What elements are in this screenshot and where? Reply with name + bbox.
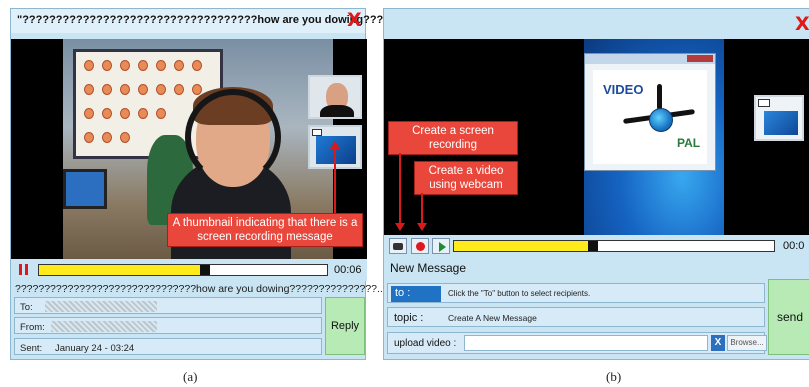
sent-row: Sent: January 24 - 03:24 bbox=[14, 338, 322, 355]
video-player[interactable]: A thumbnail indicating that there is a s… bbox=[11, 39, 367, 259]
message-title: "???????????????????????????????????how … bbox=[17, 14, 438, 26]
title-bar: X bbox=[384, 9, 809, 37]
window-icon bbox=[758, 99, 770, 107]
upload-row: upload video : X Browse... bbox=[387, 332, 767, 354]
screen-recording-callout: Create a screen recording bbox=[388, 121, 518, 155]
pointer-arrow-screen bbox=[399, 153, 401, 223]
to-row: To: bbox=[14, 297, 322, 314]
pointer-arrow bbox=[334, 147, 336, 213]
topic-field[interactable]: Create A New Message bbox=[448, 313, 537, 323]
thumbnail-callout: A thumbnail indicating that there is a s… bbox=[167, 213, 363, 247]
webcam-callout: Create a video using webcam bbox=[414, 161, 518, 195]
progress-knob[interactable] bbox=[588, 241, 598, 251]
redacted-sender bbox=[51, 321, 157, 332]
logo-text-pal: PAL bbox=[677, 136, 701, 150]
sent-value: January 24 - 03:24 bbox=[55, 343, 135, 354]
video-preview[interactable]: VIDEO PAL Create a screen recording Crea… bbox=[384, 39, 809, 235]
globe-icon bbox=[649, 108, 673, 132]
clear-upload-button[interactable]: X bbox=[711, 335, 725, 351]
progress-fill bbox=[39, 265, 200, 275]
arrow-head bbox=[417, 223, 427, 231]
windows-desktop-icon bbox=[764, 111, 798, 135]
progress-fill bbox=[454, 241, 588, 251]
play-button[interactable] bbox=[432, 238, 450, 254]
title-bar: "???????????????????????????????????how … bbox=[11, 9, 438, 33]
recording-controls: 00:0 bbox=[384, 235, 809, 257]
elapsed-time: 00:0 bbox=[783, 240, 805, 252]
arrow-head bbox=[395, 223, 405, 231]
upload-label: upload video : bbox=[394, 338, 457, 349]
close-icon[interactable]: X bbox=[347, 11, 362, 30]
pause-icon[interactable] bbox=[19, 264, 29, 275]
webcam-record-button[interactable] bbox=[411, 238, 429, 254]
redacted-recipient bbox=[45, 301, 157, 312]
screen-recording-thumbnail[interactable] bbox=[754, 95, 804, 141]
elapsed-time: 00:06 bbox=[334, 264, 362, 276]
topic-label: topic : bbox=[394, 312, 424, 324]
from-row: From: bbox=[14, 317, 322, 334]
progress-knob[interactable] bbox=[200, 265, 210, 275]
browse-button[interactable]: Browse... bbox=[727, 335, 767, 351]
screen-record-icon bbox=[393, 243, 403, 250]
to-row: to : Click the "To" button to select rec… bbox=[387, 283, 765, 303]
progress-bar[interactable] bbox=[453, 240, 775, 252]
to-label: To: bbox=[20, 302, 33, 313]
new-message-heading: New Message bbox=[390, 261, 467, 275]
to-button[interactable]: to : bbox=[391, 286, 441, 302]
logo-text-video: VIDEO bbox=[603, 82, 644, 97]
playback-controls: 00:06 bbox=[11, 259, 367, 281]
preview-window: VIDEO PAL bbox=[584, 53, 716, 171]
sent-label: Sent: bbox=[20, 343, 43, 354]
webcam-thumbnail[interactable] bbox=[308, 75, 362, 119]
pointer-arrow-webcam bbox=[421, 193, 423, 223]
from-label: From: bbox=[20, 322, 45, 333]
record-icon bbox=[416, 242, 425, 251]
window-buttons bbox=[687, 55, 713, 62]
caption-b: (b) bbox=[606, 369, 622, 384]
topic-row: topic : Create A New Message bbox=[387, 307, 765, 327]
reply-button[interactable]: Reply bbox=[325, 297, 365, 355]
panel-a-message-viewer: "???????????????????????????????????how … bbox=[10, 8, 438, 360]
send-button[interactable]: send bbox=[768, 279, 809, 355]
close-icon[interactable]: X bbox=[795, 15, 809, 34]
progress-bar[interactable] bbox=[38, 264, 328, 276]
play-icon bbox=[439, 242, 446, 252]
panel-b-new-message: X VIDEO PAL Create a screen recording Cr… bbox=[383, 8, 809, 360]
classroom-monitor bbox=[63, 169, 107, 209]
headset bbox=[185, 89, 281, 185]
to-hint: Click the "To" button to select recipien… bbox=[448, 289, 591, 298]
caption-a: (a) bbox=[183, 369, 198, 384]
screen-record-button[interactable] bbox=[389, 238, 407, 254]
upload-path-input[interactable] bbox=[464, 335, 708, 351]
message-subject: ???????????????????????????????how are y… bbox=[15, 283, 386, 295]
window-icon bbox=[312, 129, 322, 136]
